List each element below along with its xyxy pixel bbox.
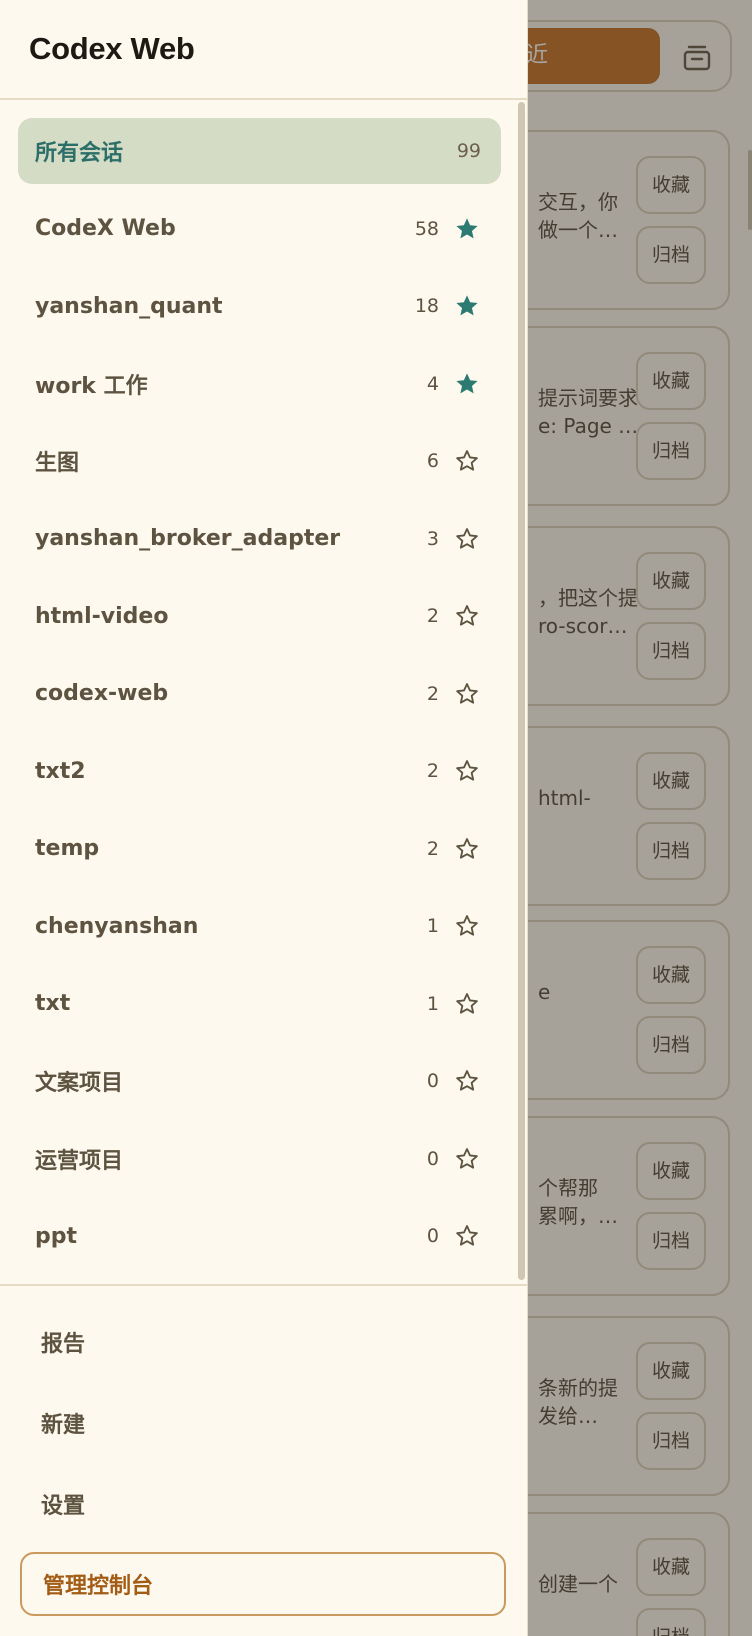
star-filled-icon[interactable] xyxy=(453,292,481,320)
sidebar-item-project[interactable]: work 工作 4 xyxy=(18,351,501,417)
sidebar-item-label: CodeX Web xyxy=(35,216,176,241)
star-outline-icon[interactable] xyxy=(453,1222,481,1250)
settings-button[interactable]: 设置 xyxy=(20,1472,506,1536)
session-count: 58 xyxy=(414,217,439,240)
star-filled-icon[interactable] xyxy=(453,370,481,398)
session-count: 18 xyxy=(414,295,439,317)
project-list: 所有会话 99 CodeX Web 58 yanshan_quant 18 work 工作 4… xyxy=(0,100,528,1284)
sidebar-item-project[interactable]: txt 1 xyxy=(18,971,501,1037)
star-outline-icon[interactable] xyxy=(453,525,481,553)
sidebar-drawer: Codex Web 所有会话 99 CodeX Web 58 yanshan_quant… xyxy=(0,0,528,1636)
session-count: 99 xyxy=(456,140,481,162)
admin-console-button[interactable]: 管理控制台 xyxy=(20,1552,506,1616)
sidebar-item-label: ppt xyxy=(35,1223,78,1249)
session-count: 2 xyxy=(426,760,439,782)
sidebar-item-label: codex-web xyxy=(35,681,169,706)
report-button[interactable]: 报告 xyxy=(20,1310,506,1374)
sidebar-item-project[interactable]: CodeX Web 58 xyxy=(18,196,501,262)
session-count: 3 xyxy=(426,527,439,550)
sidebar-item-label: txt xyxy=(35,991,71,1016)
session-count: 2 xyxy=(426,682,439,705)
sidebar-item-project[interactable]: yanshan_broker_adapter 3 xyxy=(18,506,501,572)
star-outline-icon[interactable] xyxy=(453,757,481,785)
session-count: 0 xyxy=(426,1225,439,1247)
app-title: Codex Web xyxy=(29,31,195,66)
session-count: 4 xyxy=(426,372,439,395)
sidebar-item-project[interactable]: 运营项目 0 xyxy=(18,1126,501,1192)
sidebar-item-label: temp xyxy=(35,836,100,861)
sidebar-item-project[interactable]: temp 2 xyxy=(18,816,501,882)
sidebar-item-label: chenyanshan xyxy=(35,913,199,939)
session-count: 2 xyxy=(426,605,439,627)
sidebar-item-label: 运营项目 xyxy=(35,1148,124,1174)
session-count: 2 xyxy=(426,837,439,860)
star-outline-icon[interactable] xyxy=(453,1145,481,1173)
sidebar-item-label: txt2 xyxy=(35,758,86,784)
sidebar-item-project[interactable]: 生图 6 xyxy=(18,428,501,494)
drawer-footer: 报告 新建 设置 管理控制台 xyxy=(0,1284,528,1636)
session-count: 6 xyxy=(426,450,439,472)
session-count: 1 xyxy=(426,992,439,1015)
sidebar-item-all-sessions[interactable]: 所有会话 99 xyxy=(18,118,501,184)
project-list-scrollbar[interactable] xyxy=(518,102,525,1280)
sidebar-item-label: yanshan_broker_adapter xyxy=(35,526,341,551)
star-outline-icon[interactable] xyxy=(453,835,481,863)
star-filled-icon[interactable] xyxy=(453,215,481,243)
sidebar-item-label: 所有会话 xyxy=(35,141,124,166)
new-button[interactable]: 新建 xyxy=(20,1391,506,1455)
star-outline-icon[interactable] xyxy=(453,447,481,475)
star-outline-icon[interactable] xyxy=(453,680,481,708)
star-outline-icon[interactable] xyxy=(453,990,481,1018)
sidebar-item-label: html-video xyxy=(35,603,169,629)
session-count: 0 xyxy=(426,1147,439,1170)
star-outline-icon[interactable] xyxy=(453,602,481,630)
sidebar-item-project[interactable]: ppt 0 xyxy=(18,1203,501,1269)
star-outline-icon[interactable] xyxy=(453,912,481,940)
sidebar-item-label: yanshan_quant xyxy=(35,293,223,319)
sidebar-item-project[interactable]: 文案项目 0 xyxy=(18,1048,501,1114)
session-count: 1 xyxy=(426,915,439,937)
drawer-header: Codex Web xyxy=(0,0,527,100)
sidebar-item-label: 文案项目 xyxy=(35,1071,124,1096)
sidebar-item-project[interactable]: chenyanshan 1 xyxy=(18,893,501,959)
sidebar-item-project[interactable]: txt2 2 xyxy=(18,738,501,804)
sidebar-item-project[interactable]: codex-web 2 xyxy=(18,661,501,727)
sidebar-item-project[interactable]: yanshan_quant 18 xyxy=(18,273,501,339)
sidebar-item-label: 生图 xyxy=(35,451,80,476)
sidebar-item-label: work 工作 xyxy=(35,373,148,399)
star-outline-icon[interactable] xyxy=(453,1067,481,1095)
session-count: 0 xyxy=(426,1070,439,1092)
sidebar-item-project[interactable]: html-video 2 xyxy=(18,583,501,649)
